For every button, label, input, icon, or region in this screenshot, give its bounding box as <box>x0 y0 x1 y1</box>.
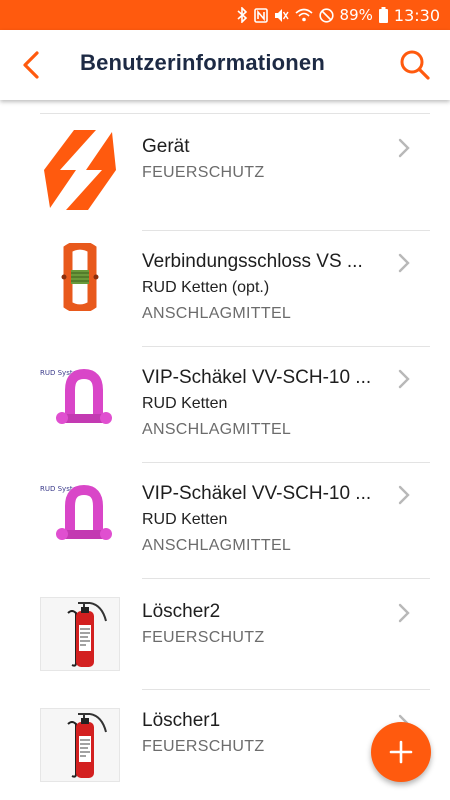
chevron-right-icon <box>398 138 410 158</box>
list-item[interactable]: Gerät FEUERSCHUTZ <box>0 130 450 231</box>
item-subtitle: RUD Ketten <box>142 395 228 412</box>
fire-extinguisher-icon <box>40 597 120 671</box>
status-bar: 89% 13:30 <box>0 0 450 30</box>
app-bar: Benutzerinformationen <box>0 30 450 100</box>
list-item[interactable]: RUD System VIP-Schäkel VV-SCH-10 ... RUD… <box>0 463 450 579</box>
search-button[interactable] <box>396 46 434 84</box>
item-name: VIP-Schäkel VV-SCH-10 ... <box>142 483 372 504</box>
do-not-disturb-icon <box>318 7 334 23</box>
equipment-list: Gerät FEUERSCHUTZ Verbindungsschloss VS … <box>0 100 450 800</box>
add-button[interactable] <box>371 722 431 782</box>
connector-link-icon <box>40 237 120 317</box>
chevron-right-icon <box>398 485 410 505</box>
item-subtitle: RUD Ketten (opt.) <box>142 279 270 296</box>
shackle-icon: RUD System <box>40 357 120 437</box>
list-item[interactable]: Verbindungsschloss VS ... RUD Ketten (op… <box>0 231 450 347</box>
item-subtitle: RUD Ketten <box>142 511 228 528</box>
divider <box>40 113 430 114</box>
nfc-icon <box>253 7 268 23</box>
item-category: FEUERSCHUTZ <box>142 738 265 755</box>
search-icon <box>400 50 430 80</box>
item-name: VIP-Schäkel VV-SCH-10 ... <box>142 367 372 388</box>
clock: 13:30 <box>393 5 440 25</box>
item-name: Verbindungsschloss VS ... <box>142 251 363 272</box>
item-category: FEUERSCHUTZ <box>142 164 265 181</box>
shackle-icon: RUD System <box>40 473 120 553</box>
item-category: FEUERSCHUTZ <box>142 629 265 646</box>
item-category: ANSCHLAGMITTEL <box>142 421 292 438</box>
list-item[interactable]: RUD System VIP-Schäkel VV-SCH-10 ... RUD… <box>0 347 450 463</box>
item-category: ANSCHLAGMITTEL <box>142 305 292 322</box>
logo-icon <box>40 130 120 210</box>
item-name: Gerät <box>142 136 190 157</box>
page-title: Benutzerinformationen <box>80 50 325 75</box>
chevron-right-icon <box>398 369 410 389</box>
item-name: Löscher2 <box>142 601 221 622</box>
plus-icon <box>389 740 413 764</box>
battery-icon <box>378 7 388 23</box>
back-button[interactable] <box>14 48 48 82</box>
list-item[interactable]: Löscher2 FEUERSCHUTZ <box>0 579 450 690</box>
battery-percent: 89% <box>339 6 373 24</box>
mute-icon <box>274 8 289 23</box>
back-arrow-icon <box>23 51 39 79</box>
chevron-right-icon <box>398 603 410 623</box>
fire-extinguisher-icon <box>40 708 120 782</box>
chevron-right-icon <box>398 253 410 273</box>
item-category: ANSCHLAGMITTEL <box>142 537 292 554</box>
item-name: Löscher1 <box>142 710 221 731</box>
bluetooth-icon <box>236 7 248 23</box>
wifi-icon <box>295 8 313 22</box>
